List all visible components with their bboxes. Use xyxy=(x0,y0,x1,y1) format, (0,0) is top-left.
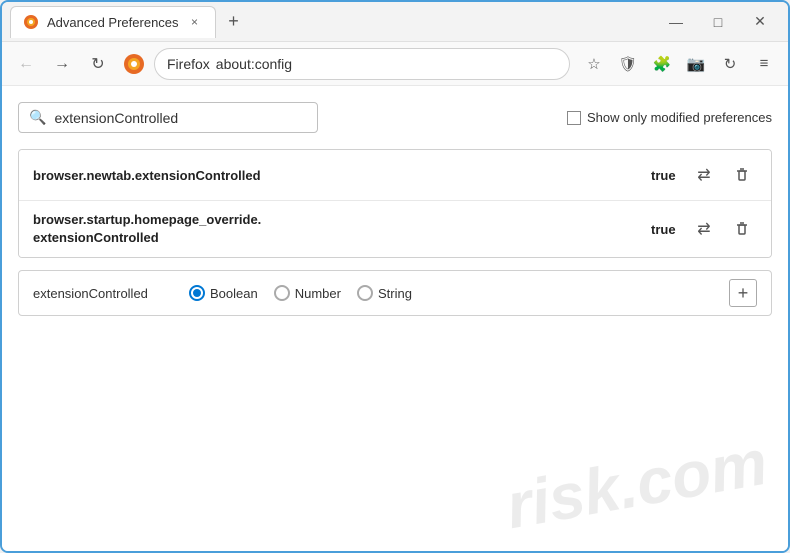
pref-delete-button-2[interactable] xyxy=(727,214,757,244)
show-modified-label: Show only modified preferences xyxy=(587,110,772,125)
window-controls: — □ ✕ xyxy=(656,6,780,38)
search-icon: 🔍 xyxy=(29,109,46,126)
pref-actions-2: ⇄ xyxy=(689,214,757,244)
pref-delete-button-1[interactable] xyxy=(727,160,757,190)
preference-search-box[interactable]: 🔍 xyxy=(18,102,318,133)
minimize-button[interactable]: — xyxy=(656,6,696,38)
pref-actions-1: ⇄ xyxy=(689,160,757,190)
radio-number-label: Number xyxy=(295,286,341,301)
radio-number[interactable]: Number xyxy=(274,285,341,301)
nav-bar: ← → ↻ Firefox about:config ☆ 🛡 🧩 📷 ↻ ≡ xyxy=(2,42,788,86)
nav-icons: ☆ 🛡 🧩 📷 ↻ ≡ xyxy=(578,48,780,80)
new-preference-row: extensionControlled Boolean Number Strin… xyxy=(18,270,772,316)
search-row: 🔍 Show only modified preferences xyxy=(18,102,772,133)
search-input[interactable] xyxy=(54,110,307,126)
radio-boolean-label: Boolean xyxy=(210,286,258,301)
browser-window: Advanced Preferences × + — □ ✕ ← → ↻ Fir… xyxy=(0,0,790,553)
watermark: risk.com xyxy=(500,425,772,544)
active-tab[interactable]: Advanced Preferences × xyxy=(10,6,216,38)
add-preference-button[interactable]: + xyxy=(729,279,757,307)
sync-icon[interactable]: ↻ xyxy=(714,48,746,80)
maximize-button[interactable]: □ xyxy=(698,6,738,38)
table-row: browser.newtab.extensionControlled true … xyxy=(19,150,771,201)
back-button[interactable]: ← xyxy=(10,48,42,80)
pref-name-2: browser.startup.homepage_override.extens… xyxy=(33,211,635,247)
tab-close-button[interactable]: × xyxy=(187,14,203,30)
title-bar: Advanced Preferences × + — □ ✕ xyxy=(2,2,788,42)
trash-icon xyxy=(734,221,750,237)
menu-icon[interactable]: ≡ xyxy=(748,48,780,80)
radio-string[interactable]: String xyxy=(357,285,412,301)
new-pref-name-label: extensionControlled xyxy=(33,286,173,301)
forward-button[interactable]: → xyxy=(46,48,78,80)
tab-favicon-icon xyxy=(23,14,39,30)
radio-number-circle[interactable] xyxy=(274,285,290,301)
radio-string-label: String xyxy=(378,286,412,301)
firefox-logo-icon xyxy=(122,52,146,76)
pref-swap-button-1[interactable]: ⇄ xyxy=(689,160,719,190)
trash-icon xyxy=(734,167,750,183)
new-tab-button[interactable]: + xyxy=(220,8,248,36)
pref-value-2: true xyxy=(651,222,681,237)
screenshots-icon[interactable]: 📷 xyxy=(680,48,712,80)
site-name-label: Firefox xyxy=(167,56,210,72)
address-text: about:config xyxy=(216,56,292,72)
radio-boolean[interactable]: Boolean xyxy=(189,285,258,301)
radio-boolean-circle[interactable] xyxy=(189,285,205,301)
radio-string-circle[interactable] xyxy=(357,285,373,301)
show-modified-container: Show only modified preferences xyxy=(567,110,772,125)
pref-value-1: true xyxy=(651,168,681,183)
pref-swap-button-2[interactable]: ⇄ xyxy=(689,214,719,244)
table-row: browser.startup.homepage_override.extens… xyxy=(19,201,771,257)
preferences-table: browser.newtab.extensionControlled true … xyxy=(18,149,772,258)
pref-name-1: browser.newtab.extensionControlled xyxy=(33,168,635,183)
close-button[interactable]: ✕ xyxy=(740,6,780,38)
tab-title: Advanced Preferences xyxy=(47,15,179,30)
reload-button[interactable]: ↻ xyxy=(82,48,114,80)
radio-group: Boolean Number String xyxy=(189,285,412,301)
extension-icon[interactable]: 🧩 xyxy=(646,48,678,80)
page-content: 🔍 Show only modified preferences browser… xyxy=(2,86,788,551)
address-bar[interactable]: Firefox about:config xyxy=(154,48,570,80)
show-modified-checkbox[interactable] xyxy=(567,111,581,125)
bookmark-icon[interactable]: ☆ xyxy=(578,48,610,80)
shield-icon[interactable]: 🛡 xyxy=(612,48,644,80)
